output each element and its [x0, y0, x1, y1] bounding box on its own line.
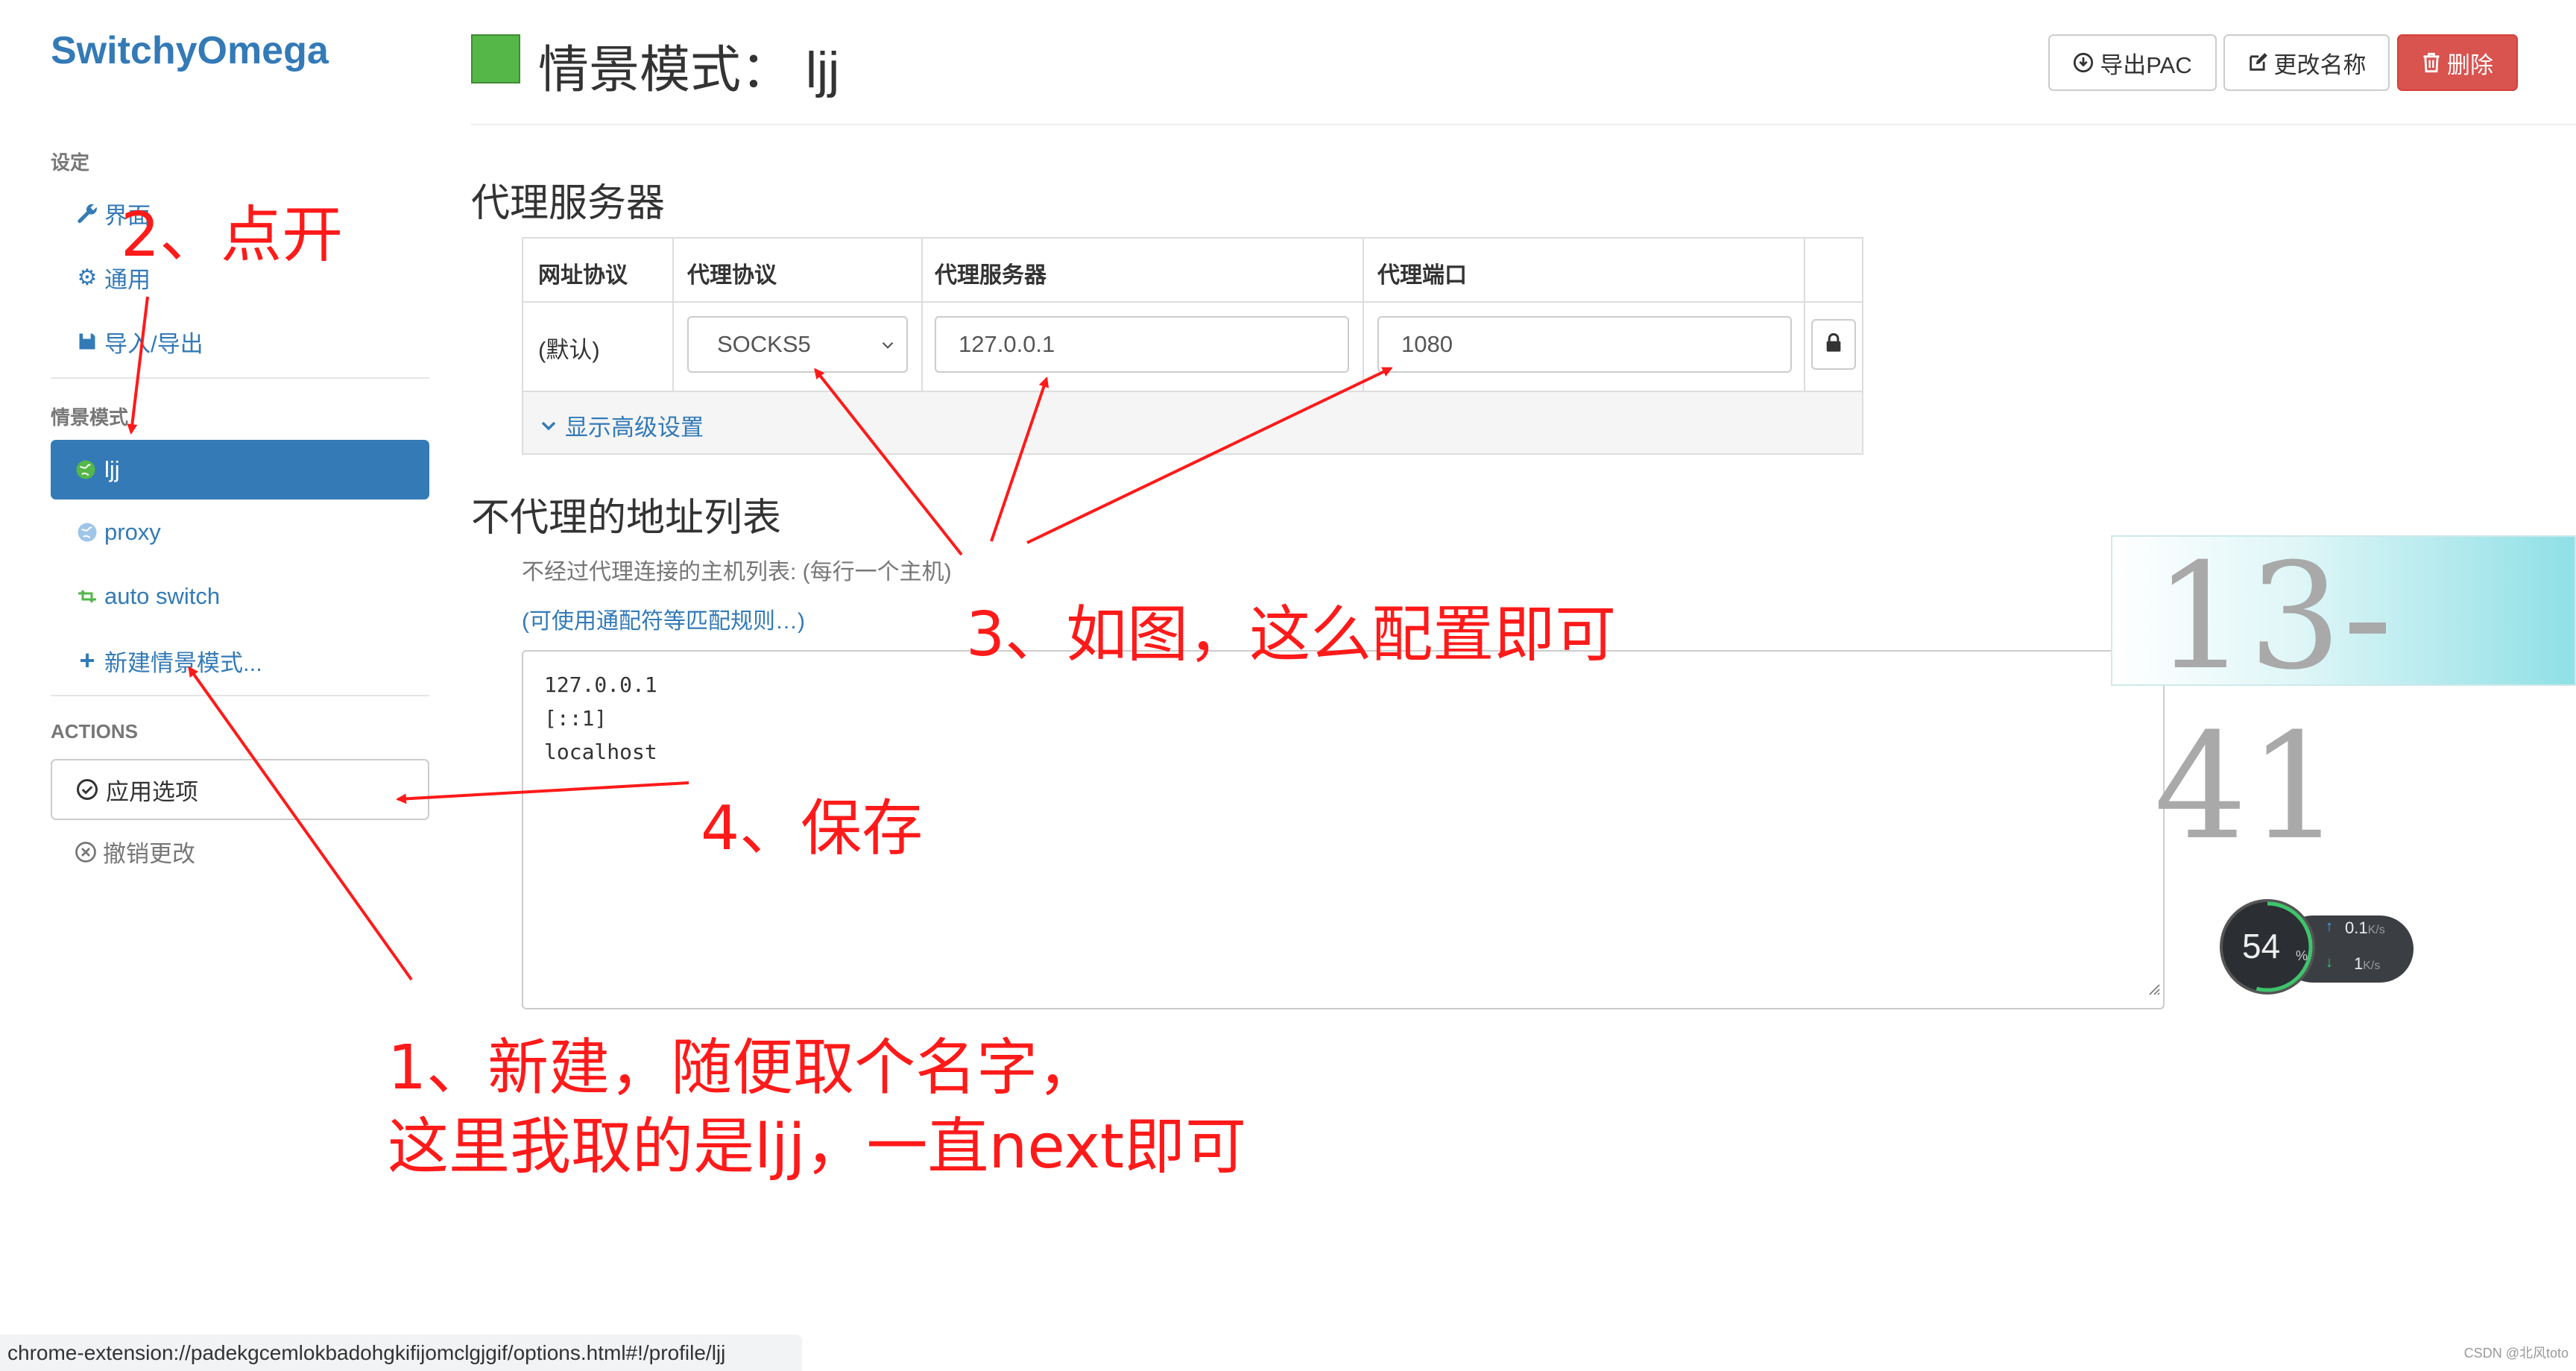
download-arrow-icon: ↓	[2326, 954, 2333, 971]
new-profile-label: 新建情景模式...	[104, 649, 262, 676]
profiles-heading: 情景模式	[51, 406, 129, 429]
browser-status-bar: chrome-extension://padekgcemlokbadohgkif…	[0, 1334, 802, 1371]
overlay-stamp-text: 13-41	[2154, 532, 2394, 872]
sidebar-item-ljj[interactable]: ljj	[51, 440, 429, 499]
profile-color-swatch[interactable]	[471, 34, 520, 83]
annotation-step1-line2: 这里我取的是ljj，一直next即可	[388, 1112, 1247, 1182]
bypass-list-heading: 不代理的地址列表	[471, 497, 782, 540]
sidebar-divider	[51, 377, 429, 379]
wrench-icon	[75, 202, 100, 224]
annotation-step3: 3、如图，这么配置即可	[966, 599, 1617, 670]
sidebar-item-import-export[interactable]: 导入/导出	[75, 319, 203, 364]
close-circle-icon	[75, 841, 97, 863]
advanced-settings-row: 显示高级设置	[523, 391, 1862, 453]
proxy-server-input[interactable]: 127.0.0.1	[935, 316, 1349, 373]
column-header-server: 代理服务器	[935, 263, 1046, 288]
globe-icon	[75, 521, 100, 543]
memory-usage-gauge: 54 %	[2220, 899, 2315, 995]
chevron-down-icon	[540, 417, 558, 435]
resize-grip-icon[interactable]	[2147, 971, 2160, 1005]
header-divider	[471, 124, 2576, 125]
lock-icon	[1825, 332, 1843, 357]
arrow-step1	[188, 666, 413, 981]
column-header-protocol: 代理协议	[687, 263, 777, 288]
globe-icon	[75, 458, 97, 481]
show-advanced-label: 显示高级设置	[565, 415, 704, 441]
table-rule	[1363, 239, 1364, 391]
sidebar-item-auto-switch[interactable]: auto switch	[75, 574, 220, 619]
memory-percent: 54	[2242, 927, 2281, 965]
export-pac-button[interactable]: 导出PAC	[2048, 34, 2217, 91]
column-header-scheme: 网址协议	[538, 263, 628, 288]
upload-arrow-icon: ↑	[2326, 918, 2333, 935]
rename-button[interactable]: 更改名称	[2223, 34, 2390, 91]
delete-button[interactable]: 删除	[2397, 34, 2518, 91]
download-unit: K/s	[2363, 959, 2381, 972]
annotation-step4: 4、保存	[701, 793, 924, 864]
sidebar-item-label: 导入/导出	[104, 330, 203, 357]
wildcard-rules-link[interactable]: (可使用通配符等匹配规则…)	[522, 602, 805, 635]
watermark: CSDN @北风toto	[2463, 1346, 2569, 1361]
export-pac-label: 导出PAC	[2100, 51, 2192, 78]
sidebar-item-label: auto switch	[104, 583, 221, 609]
table-rule	[523, 301, 1862, 303]
upload-value: 0.1	[2345, 918, 2368, 937]
proxy-port-value: 1080	[1401, 331, 1453, 357]
download-speed: 1K/s	[2354, 954, 2380, 974]
table-rule	[921, 239, 923, 391]
proxy-protocol-value: SOCKS5	[717, 331, 811, 357]
table-rule	[672, 239, 674, 391]
net-speed-widget[interactable]: ↑ 0.1K/s ↓ 1K/s 54 %	[2220, 899, 2419, 996]
download-value: 1	[2354, 954, 2364, 973]
discard-changes-link[interactable]: 撤销更改	[75, 835, 195, 869]
scheme-default-label: (默认)	[538, 337, 600, 363]
page-title-profile-name: ljj	[805, 42, 840, 98]
actions-heading: ACTIONS	[51, 720, 138, 743]
download-icon	[2073, 52, 2094, 73]
plus-icon: +	[79, 645, 95, 675]
proxy-servers-heading: 代理服务器	[471, 182, 666, 225]
brand-logo: SwitchyOmega	[51, 29, 329, 72]
proxy-server-value: 127.0.0.1	[959, 331, 1055, 357]
bypass-entry: localhost	[544, 740, 657, 764]
show-advanced-link[interactable]: 显示高级设置	[540, 409, 704, 442]
column-header-port: 代理端口	[1377, 263, 1467, 288]
page-title: 情景模式： ljj	[538, 28, 839, 102]
annotation-step2: 2、点开	[121, 200, 344, 271]
sidebar-divider	[51, 695, 429, 696]
table-rule	[1804, 239, 1805, 391]
upload-speed: 0.1K/s	[2345, 918, 2385, 938]
edit-icon	[2247, 52, 2268, 73]
upload-unit: K/s	[2367, 924, 2385, 936]
retweet-icon	[75, 586, 100, 607]
apply-options-label: 应用选项	[106, 778, 198, 805]
memory-percent-unit: %	[2296, 948, 2308, 963]
floppy-icon	[75, 331, 100, 352]
apply-options-button[interactable]: 应用选项	[51, 759, 429, 820]
proxy-servers-table: 网址协议 代理协议 代理服务器 代理端口 (默认) SOCKS5 127.0.0…	[522, 237, 1863, 455]
arrow-step2	[127, 296, 149, 435]
gear-icon: ⚙	[77, 265, 98, 290]
chevron-down-icon	[878, 334, 897, 361]
overlay-stamp: 13-41	[2111, 532, 2576, 872]
rename-label: 更改名称	[2273, 51, 2367, 78]
auth-lock-button[interactable]	[1811, 319, 1856, 370]
annotation-step1-line1: 1、新建，随便取个名字，	[388, 1033, 1099, 1103]
trash-icon	[2422, 52, 2441, 73]
bypass-description: 不经过代理连接的主机列表: (每行一个主机)	[522, 560, 952, 584]
new-profile-link[interactable]: + 新建情景模式...	[75, 638, 262, 683]
annotation-step1: 1、新建，随便取个名字， 这里我取的是ljj，一直next即可	[388, 1029, 1246, 1187]
proxy-port-input[interactable]: 1080	[1377, 316, 1792, 373]
discard-changes-label: 撤销更改	[103, 841, 195, 867]
check-circle-icon	[76, 778, 98, 801]
page-title-prefix: 情景模式：	[538, 42, 792, 98]
bypass-entry: [::1]	[544, 706, 607, 731]
delete-label: 删除	[2447, 51, 2493, 78]
sidebar-item-label: proxy	[104, 519, 161, 545]
sidebar-item-proxy[interactable]: proxy	[75, 510, 161, 555]
proxy-protocol-select[interactable]: SOCKS5	[687, 316, 908, 373]
sidebar-item-label: ljj	[104, 456, 120, 482]
settings-heading: 设定	[51, 151, 90, 174]
